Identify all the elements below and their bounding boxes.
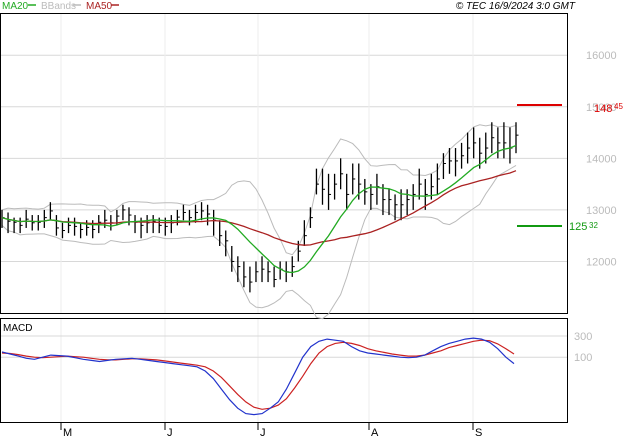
copyright-text: © TEC 16/9/2024 3:0 GMT bbox=[456, 1, 576, 12]
resistance-value-decimal: 45 bbox=[614, 102, 623, 111]
x-tick-label: S bbox=[475, 427, 482, 439]
price-y-tick-label: 14000 bbox=[586, 153, 617, 165]
grid-layer bbox=[1, 14, 567, 422]
x-tick-label: M bbox=[63, 427, 72, 439]
price-bars-layer bbox=[1, 122, 519, 293]
price-y-tick-label: 16000 bbox=[586, 50, 617, 62]
bbands-layer bbox=[1, 124, 517, 320]
chart-root: 12000 13000 14000 15000 16000 M J J A S 100 300 MA2… bbox=[0, 0, 627, 440]
resistance-value: 148 bbox=[594, 103, 612, 115]
legend-ma20-label: MA20 bbox=[2, 1, 29, 12]
price-y-tick-label: 12000 bbox=[586, 256, 617, 268]
x-tick-label: J bbox=[260, 427, 266, 439]
macd-panel-title: MACD bbox=[3, 323, 32, 334]
support-value-decimal: 32 bbox=[589, 221, 598, 230]
macd-y-tick-label: 300 bbox=[574, 331, 592, 343]
macd-panel-frame bbox=[0, 318, 568, 423]
legend-ma50-label: MA50 bbox=[86, 1, 113, 12]
x-tick-label: J bbox=[167, 427, 173, 439]
legend: MA20 BBands MA50 © TEC 16/9/2024 3:0 GMT bbox=[2, 1, 576, 12]
ma20-line bbox=[1, 144, 517, 274]
support-marker: 125 32 bbox=[517, 221, 598, 233]
legend-bbands-label: BBands bbox=[41, 1, 76, 12]
x-tick-label: A bbox=[371, 427, 379, 439]
chart-canvas: 1200013000140001500016000M J J A S100300 MA2… bbox=[0, 1, 623, 439]
moving-averages-layer bbox=[1, 144, 517, 274]
axis-labels-layer: 1200013000140001500016000M J J A S100300 bbox=[60, 50, 617, 439]
bband-upper-line bbox=[1, 124, 517, 256]
support-value: 125 bbox=[569, 221, 587, 233]
price-panel-frame bbox=[0, 13, 568, 314]
resistance-marker: 148 45 bbox=[517, 102, 623, 115]
bband-lower-line bbox=[1, 164, 517, 320]
ma50-line bbox=[1, 170, 517, 246]
macd-y-tick-label: 100 bbox=[574, 352, 592, 364]
price-y-tick-label: 13000 bbox=[586, 205, 617, 217]
